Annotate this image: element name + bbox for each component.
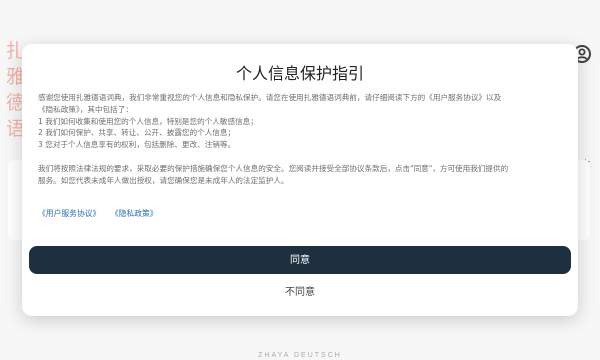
intro-line: 感谢您使用扎雅德语词典，我们非常重视您的个人信息和隐私保护。请您在使用扎雅德语词… bbox=[38, 93, 502, 102]
intro-line: 《隐私政策》，其中包括了： bbox=[38, 104, 133, 114]
privacy-link[interactable]: 《隐私政策》 bbox=[111, 209, 158, 218]
disagree-button[interactable]: 不同意 bbox=[222, 284, 378, 302]
notice-line: 服务。如您代表未成年人做出授权，请您确保您是未成年人的法定监护人。 bbox=[38, 175, 289, 185]
list-item: 1 我们如何收集和使用您的个人信息，特别是您的个人敏感信息； bbox=[38, 116, 258, 126]
dialog-title: 个人信息保护指引 bbox=[235, 64, 364, 83]
list-item: 2 我们如何保护、共享、转让、公开、披露您的个人信息； bbox=[38, 128, 236, 138]
policy-links: 《用户服务协议》 《隐私政策》 bbox=[38, 208, 166, 220]
privacy-dialog: 个人信息保护指引 感谢您使用扎雅德语词典，我们非常重视您的个人信息和隐私保护。请… bbox=[22, 44, 578, 316]
notice-line: 我们将按照法律法规的要求，采取必要的保护措施确保您个人信息的安全。您阅读并接受全… bbox=[38, 163, 509, 173]
dialog-body: 感谢您使用扎雅德语词典，我们非常重视您的个人信息和隐私保护。请您在使用扎雅德语词… bbox=[38, 92, 558, 187]
agree-button[interactable]: 同意 bbox=[29, 246, 571, 274]
list-item: 3 您对于个人信息享有的权利，包括删除、更改、注销等。 bbox=[38, 140, 236, 150]
terms-link[interactable]: 《用户服务协议》 bbox=[38, 209, 100, 218]
